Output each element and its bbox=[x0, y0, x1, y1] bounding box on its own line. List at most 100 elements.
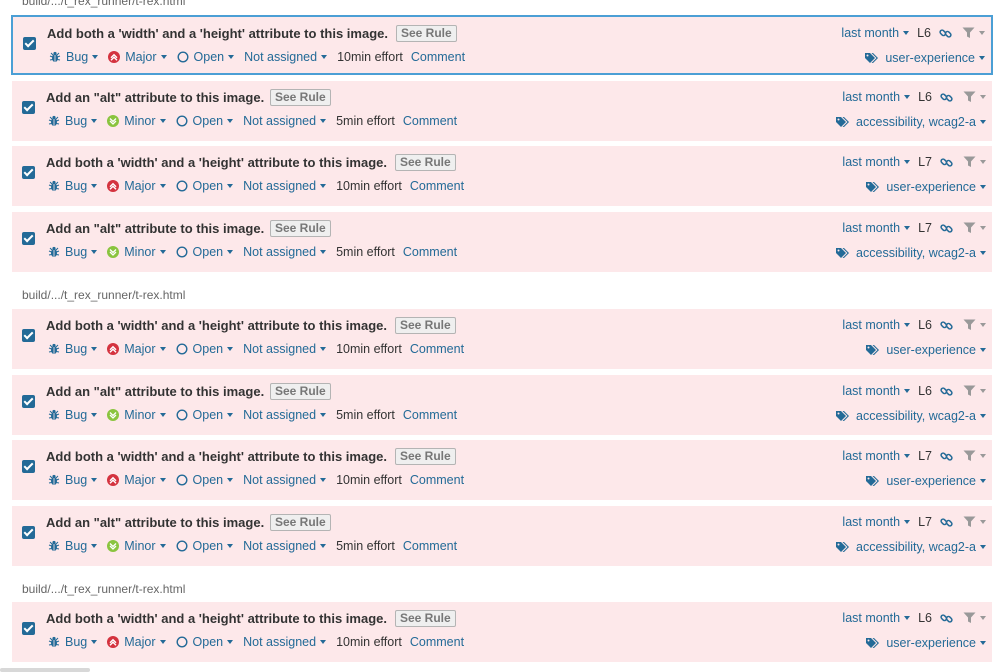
tags-dropdown[interactable]: user-experience bbox=[864, 51, 985, 65]
type-dropdown[interactable]: Bug bbox=[48, 408, 98, 422]
permalink-icon[interactable] bbox=[940, 156, 953, 169]
issue-row[interactable]: Add both a 'width' and a 'height' attrib… bbox=[12, 309, 992, 369]
permalink-icon[interactable] bbox=[940, 385, 953, 398]
assignee-dropdown[interactable]: Not assigned bbox=[243, 473, 327, 487]
comment-link[interactable]: Comment bbox=[410, 342, 464, 356]
status-dropdown[interactable]: Open bbox=[177, 50, 235, 64]
severity-dropdown[interactable]: Minor bbox=[107, 539, 166, 553]
issue-checkbox[interactable] bbox=[22, 166, 35, 179]
assignee-dropdown[interactable]: Not assigned bbox=[243, 114, 327, 128]
type-dropdown[interactable]: Bug bbox=[48, 114, 98, 128]
permalink-icon[interactable] bbox=[940, 91, 953, 104]
issue-checkbox[interactable] bbox=[22, 329, 35, 342]
permalink-icon[interactable] bbox=[939, 27, 952, 40]
tags-dropdown[interactable]: accessibility, wcag2-a bbox=[835, 115, 986, 129]
assignee-dropdown[interactable]: Not assigned bbox=[244, 50, 328, 64]
status-dropdown[interactable]: Open bbox=[176, 473, 234, 487]
status-dropdown[interactable]: Open bbox=[176, 635, 234, 649]
see-rule-button[interactable]: See Rule bbox=[270, 514, 331, 531]
status-dropdown[interactable]: Open bbox=[176, 539, 234, 553]
severity-dropdown[interactable]: Major bbox=[107, 342, 166, 356]
filter-icon[interactable] bbox=[963, 91, 986, 103]
type-dropdown[interactable]: Bug bbox=[48, 342, 98, 356]
issue-row[interactable]: Add both a 'width' and a 'height' attrib… bbox=[12, 440, 992, 500]
date-dropdown[interactable]: last month bbox=[842, 384, 911, 398]
comment-link[interactable]: Comment bbox=[410, 473, 464, 487]
component-path[interactable]: build/.../t_rex_runner/t-rex.html bbox=[22, 0, 185, 8]
tags-dropdown[interactable]: user-experience bbox=[865, 180, 986, 194]
issue-checkbox[interactable] bbox=[22, 526, 35, 539]
issue-checkbox[interactable] bbox=[22, 395, 35, 408]
tags-dropdown[interactable]: accessibility, wcag2-a bbox=[835, 540, 986, 554]
see-rule-button[interactable]: See Rule bbox=[395, 317, 456, 334]
issue-row[interactable]: Add an "alt" attribute to this image. See… bbox=[12, 506, 992, 566]
issue-row[interactable]: Add both a 'width' and a 'height' attrib… bbox=[12, 146, 992, 206]
issue-message[interactable]: Add an "alt" attribute to this image. bbox=[46, 515, 264, 530]
type-dropdown[interactable]: Bug bbox=[48, 473, 98, 487]
type-dropdown[interactable]: Bug bbox=[48, 179, 98, 193]
status-dropdown[interactable]: Open bbox=[176, 179, 234, 193]
permalink-icon[interactable] bbox=[940, 319, 953, 332]
date-dropdown[interactable]: last month bbox=[842, 221, 911, 235]
filter-icon[interactable] bbox=[963, 385, 986, 397]
type-dropdown[interactable]: Bug bbox=[49, 50, 99, 64]
tags-dropdown[interactable]: accessibility, wcag2-a bbox=[835, 409, 986, 423]
issue-row[interactable]: Add an "alt" attribute to this image. See… bbox=[12, 212, 992, 272]
comment-link[interactable]: Comment bbox=[403, 245, 457, 259]
issue-row[interactable]: Add both a 'width' and a 'height' attrib… bbox=[11, 15, 993, 75]
date-dropdown[interactable]: last month bbox=[842, 318, 911, 332]
permalink-icon[interactable] bbox=[940, 612, 953, 625]
date-dropdown[interactable]: last month bbox=[841, 26, 910, 40]
issue-message[interactable]: Add an "alt" attribute to this image. bbox=[46, 221, 264, 236]
component-path[interactable]: build/.../t_rex_runner/t-rex.html bbox=[22, 582, 185, 596]
filter-icon[interactable] bbox=[963, 450, 986, 462]
comment-link[interactable]: Comment bbox=[410, 179, 464, 193]
tags-dropdown[interactable]: user-experience bbox=[865, 474, 986, 488]
severity-dropdown[interactable]: Minor bbox=[107, 114, 166, 128]
filter-icon[interactable] bbox=[963, 516, 986, 528]
comment-link[interactable]: Comment bbox=[403, 114, 457, 128]
see-rule-button[interactable]: See Rule bbox=[270, 89, 331, 106]
permalink-icon[interactable] bbox=[940, 222, 953, 235]
issue-checkbox[interactable] bbox=[22, 232, 35, 245]
date-dropdown[interactable]: last month bbox=[842, 611, 911, 625]
assignee-dropdown[interactable]: Not assigned bbox=[243, 539, 327, 553]
date-dropdown[interactable]: last month bbox=[842, 449, 911, 463]
date-dropdown[interactable]: last month bbox=[842, 90, 911, 104]
date-dropdown[interactable]: last month bbox=[842, 515, 911, 529]
issue-message[interactable]: Add both a 'width' and a 'height' attrib… bbox=[47, 26, 388, 41]
see-rule-button[interactable]: See Rule bbox=[395, 448, 456, 465]
see-rule-button[interactable]: See Rule bbox=[395, 154, 456, 171]
filter-icon[interactable] bbox=[963, 156, 986, 168]
see-rule-button[interactable]: See Rule bbox=[270, 383, 331, 400]
issue-checkbox[interactable] bbox=[23, 37, 36, 50]
status-dropdown[interactable]: Open bbox=[176, 245, 234, 259]
filter-icon[interactable] bbox=[963, 612, 986, 624]
see-rule-button[interactable]: See Rule bbox=[396, 25, 457, 42]
issue-checkbox[interactable] bbox=[22, 460, 35, 473]
status-dropdown[interactable]: Open bbox=[176, 342, 234, 356]
comment-link[interactable]: Comment bbox=[411, 50, 465, 64]
type-dropdown[interactable]: Bug bbox=[48, 539, 98, 553]
assignee-dropdown[interactable]: Not assigned bbox=[243, 635, 327, 649]
permalink-icon[interactable] bbox=[940, 516, 953, 529]
severity-dropdown[interactable]: Major bbox=[108, 50, 167, 64]
permalink-icon[interactable] bbox=[940, 450, 953, 463]
severity-dropdown[interactable]: Major bbox=[107, 473, 166, 487]
assignee-dropdown[interactable]: Not assigned bbox=[243, 179, 327, 193]
comment-link[interactable]: Comment bbox=[403, 539, 457, 553]
comment-link[interactable]: Comment bbox=[403, 408, 457, 422]
component-path[interactable]: build/.../t_rex_runner/t-rex.html bbox=[22, 288, 185, 302]
type-dropdown[interactable]: Bug bbox=[48, 635, 98, 649]
status-dropdown[interactable]: Open bbox=[176, 114, 234, 128]
issue-message[interactable]: Add both a 'width' and a 'height' attrib… bbox=[46, 449, 387, 464]
assignee-dropdown[interactable]: Not assigned bbox=[243, 342, 327, 356]
type-dropdown[interactable]: Bug bbox=[48, 245, 98, 259]
issue-message[interactable]: Add both a 'width' and a 'height' attrib… bbox=[46, 611, 387, 626]
issue-message[interactable]: Add an "alt" attribute to this image. bbox=[46, 384, 264, 399]
severity-dropdown[interactable]: Minor bbox=[107, 408, 166, 422]
issue-row[interactable]: Add an "alt" attribute to this image. See… bbox=[12, 81, 992, 141]
filter-icon[interactable] bbox=[962, 27, 985, 39]
assignee-dropdown[interactable]: Not assigned bbox=[243, 245, 327, 259]
tags-dropdown[interactable]: user-experience bbox=[865, 636, 986, 650]
